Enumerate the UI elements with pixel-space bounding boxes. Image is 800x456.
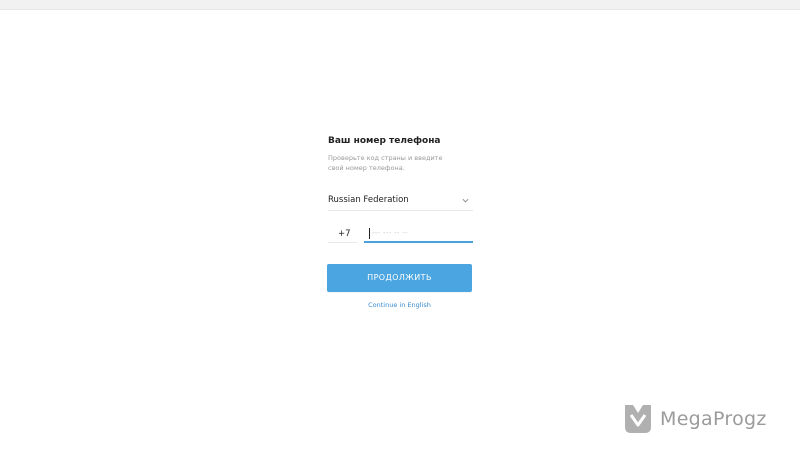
phone-placeholder: --- --- -- -- — [372, 229, 408, 237]
megaprogz-logo-icon — [625, 405, 651, 433]
phone-number-input[interactable]: --- --- -- -- — [364, 225, 473, 243]
country-code-field[interactable]: +7 — [328, 225, 357, 243]
country-code-value: +7 — [338, 229, 351, 239]
country-select[interactable]: Russian Federation — [328, 192, 473, 211]
browser-top-bar — [0, 0, 800, 10]
chevron-down-icon — [462, 198, 469, 203]
next-button[interactable]: ПРОДОЛЖИТЬ — [327, 264, 472, 292]
text-cursor — [369, 228, 370, 239]
form-description: Проверьте код страны и введите свой номе… — [328, 154, 443, 172]
country-value: Russian Federation — [328, 195, 409, 205]
watermark-text: MegaProgz — [660, 408, 767, 430]
page: Ваш номер телефона Проверьте код страны … — [0, 0, 800, 456]
form-title: Ваш номер телефона — [328, 136, 441, 146]
watermark: MegaProgz — [623, 403, 783, 437]
continue-in-english-link[interactable]: Continue in English — [328, 301, 471, 309]
